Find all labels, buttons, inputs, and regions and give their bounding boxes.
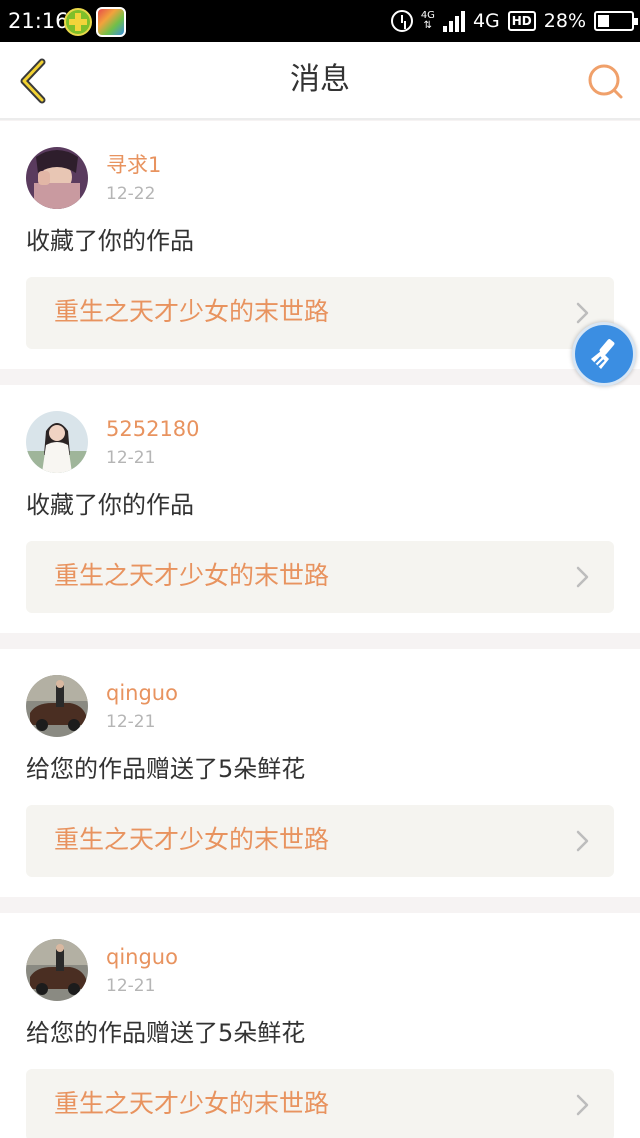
work-title: 重生之天才少女的末世路	[54, 297, 330, 326]
message-date: 12-21	[106, 448, 156, 468]
alarm-icon	[390, 10, 413, 32]
work-title: 重生之天才少女的末世路	[54, 561, 330, 590]
brush-icon	[591, 339, 615, 369]
app-store-notification-icon	[96, 7, 126, 37]
message-date: 12-21	[106, 712, 156, 732]
status-bar: 21:16 4G ⇅ 4G HD 28%	[0, 0, 640, 42]
work-link[interactable]: 重生之天才少女的末世路	[26, 1069, 614, 1138]
data-type-label: 4G	[420, 10, 435, 21]
avatar[interactable]	[26, 675, 88, 737]
battery-percent: 28%	[543, 10, 586, 32]
message-action-text: 给您的作品赠送了5朵鲜花	[26, 1019, 306, 1047]
signal-icon	[442, 10, 465, 32]
search-icon[interactable]	[586, 62, 624, 100]
username[interactable]: qinguo	[106, 679, 178, 707]
battery-icon	[594, 11, 638, 31]
message-action-text: 收藏了你的作品	[26, 227, 194, 255]
avatar[interactable]	[26, 411, 88, 473]
chevron-right-icon	[576, 566, 589, 588]
work-link[interactable]: 重生之天才少女的末世路	[26, 805, 614, 877]
page-title: 消息	[290, 62, 350, 97]
chevron-right-icon	[576, 830, 589, 852]
chevron-right-icon	[576, 302, 589, 324]
floating-clean-button[interactable]	[572, 322, 636, 386]
chevron-right-icon	[576, 1094, 589, 1116]
message-list: 寻求1 12-22 收藏了你的作品 重生之天才少女的末世路 5252180 12…	[0, 121, 640, 1138]
app-notification-icon	[64, 8, 92, 36]
message-date: 12-22	[106, 184, 156, 204]
message-item: 5252180 12-21 收藏了你的作品 重生之天才少女的末世路	[0, 385, 640, 633]
message-action-text: 收藏了你的作品	[26, 491, 194, 519]
username[interactable]: 5252180	[106, 415, 200, 443]
hd-badge: HD	[507, 11, 536, 31]
message-item: 寻求1 12-22 收藏了你的作品 重生之天才少女的末世路	[0, 121, 640, 369]
work-link[interactable]: 重生之天才少女的末世路	[26, 541, 614, 613]
work-title: 重生之天才少女的末世路	[54, 825, 330, 854]
message-action-text: 给您的作品赠送了5朵鲜花	[26, 755, 306, 783]
message-item: qinguo 12-21 给您的作品赠送了5朵鲜花 重生之天才少女的末世路	[0, 649, 640, 897]
network-label: 4G	[472, 10, 500, 32]
header-bar: 消息	[0, 42, 640, 120]
message-item: qinguo 12-21 给您的作品赠送了5朵鲜花 重生之天才少女的末世路	[0, 913, 640, 1138]
username[interactable]: qinguo	[106, 943, 178, 971]
work-title: 重生之天才少女的末世路	[54, 1089, 330, 1118]
data-indicator: 4G ⇅	[420, 10, 435, 31]
status-indicators: 4G ⇅ 4G HD 28%	[390, 0, 638, 42]
avatar[interactable]	[26, 939, 88, 1001]
work-link[interactable]: 重生之天才少女的末世路	[26, 277, 614, 349]
avatar[interactable]	[26, 147, 88, 209]
message-date: 12-21	[106, 976, 156, 996]
status-time: 21:16	[8, 9, 69, 33]
username[interactable]: 寻求1	[106, 151, 161, 179]
